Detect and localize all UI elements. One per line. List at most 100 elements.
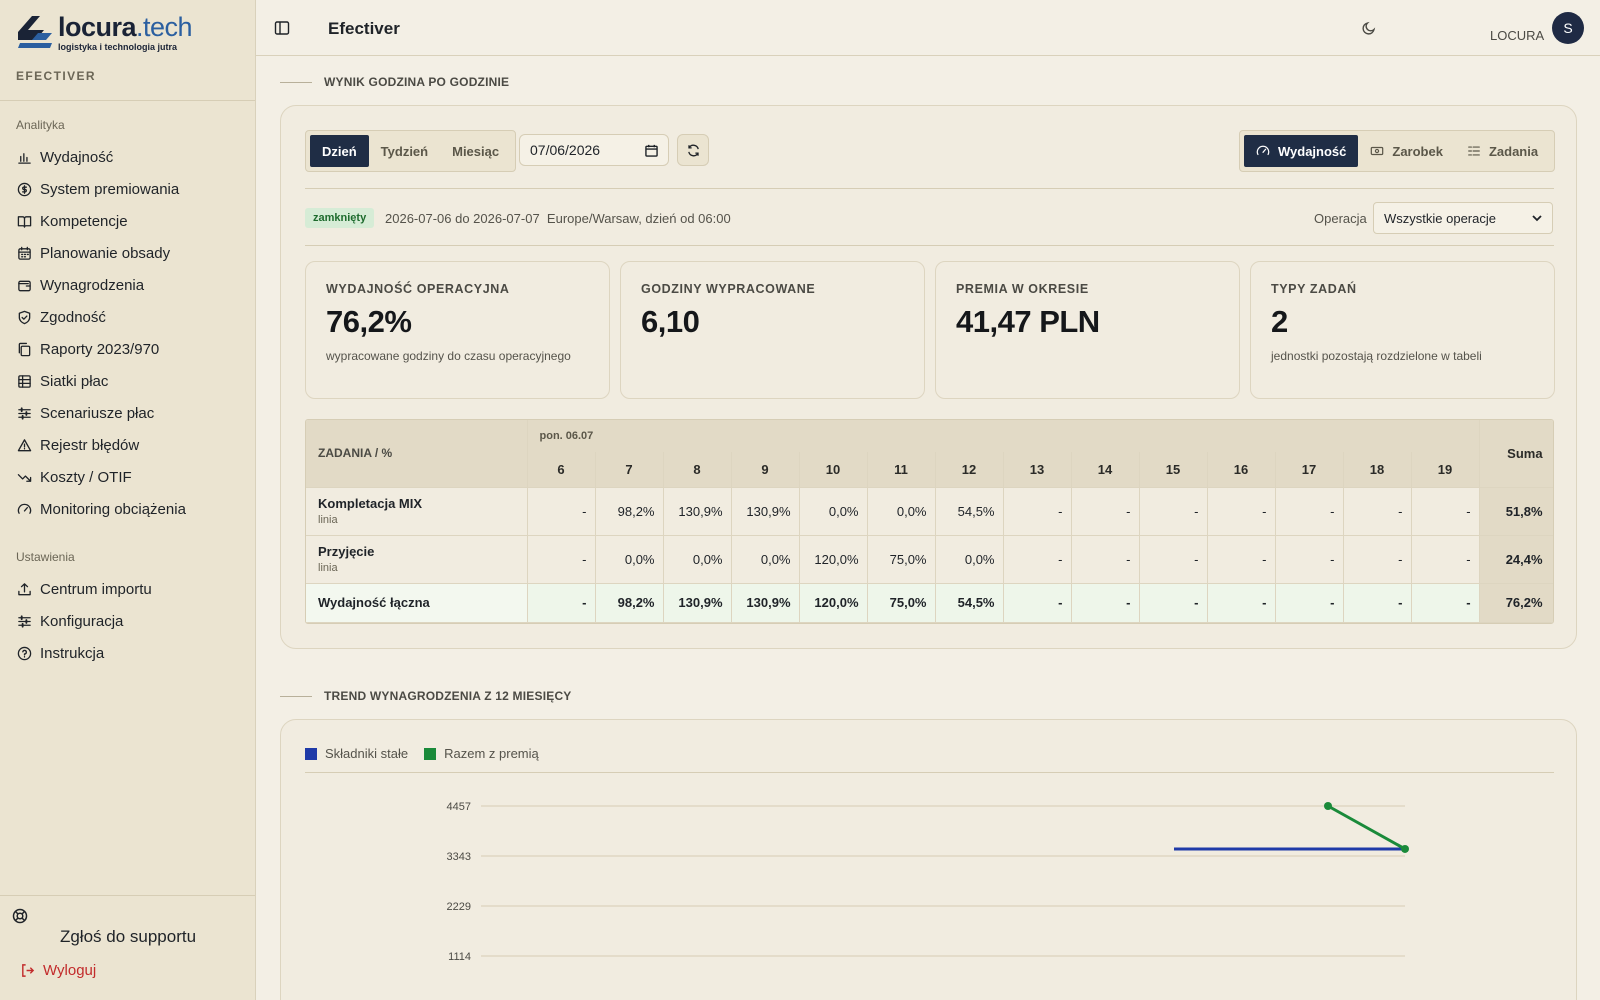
sidebar-item-label: Raporty 2023/970 [40,340,160,358]
sliders-icon [16,405,32,421]
sidebar-item-label: Wynagrodzenia [40,276,145,294]
brand-logo[interactable]: locura.tech logistyka i technologia jutr… [16,12,193,52]
table-cell: 0,0% [595,535,664,584]
sidebar-item-label: System premiowania [40,180,180,198]
sidebar-item-centrum-importu[interactable]: Centrum importu [16,577,152,601]
y-tick-label: 3343 [447,851,471,863]
sidebar-item-label: Planowanie obsady [40,244,171,262]
list-icon [1467,144,1489,158]
sidebar-item-label: Zgodność [40,308,106,326]
period-tab-dzien[interactable]: Dzień [310,135,369,167]
sidebar-item-raporty-2023-970[interactable]: Raporty 2023/970 [16,337,159,361]
divider [305,245,1554,246]
brand-name: locura.tech [58,12,193,42]
mode-selector: Wydajność Zarobek Zadania [1239,130,1556,172]
sidebar-item-label: Instrukcja [40,644,105,662]
table-cell: - [1275,535,1344,584]
sidebar-item-instrukcja[interactable]: Instrukcja [16,641,104,665]
date-input[interactable]: 07/06/2026 [519,134,669,166]
mode-tab-wydajnosc[interactable]: Wydajność [1244,135,1359,167]
table-cell: - [1411,487,1480,536]
mode-tab-zadania[interactable]: Zadania [1455,135,1550,167]
kpi-note: wypracowane godziny do czasu operacyjneg… [326,349,571,363]
sidebar-item-koszty-otif[interactable]: Koszty / OTIF [16,465,132,489]
dollar-circle-icon [16,181,32,197]
hourly-table: ZADANIA / % pon. 06.07 Suma 6 7 8 9 10 11 12 13 14 1… [305,419,1554,624]
table-cell: - [1343,535,1412,584]
sidebar-item-planowanie-obsady[interactable]: Planowanie obsady [16,241,170,265]
sidebar-toggle-icon[interactable] [274,20,290,36]
column-header-hour: 17 [1275,452,1344,488]
mode-tab-zarobek[interactable]: Zarobek [1358,135,1455,167]
column-header-hour: 10 [799,452,868,488]
logout-button[interactable]: Wyloguj [20,962,96,979]
data-point[interactable] [1324,802,1332,810]
sidebar-item-scenariusze-plac[interactable]: Scenariusze płac [16,401,154,425]
section-heading-trend: TREND WYNAGRODZENIA Z 12 MIESIĘCY [280,689,572,703]
kpi-card-premia-w-okresie: PREMIA W OKRESIE 41,47 PLN [935,261,1240,399]
table-cell: 75,0% [867,535,936,584]
column-header-hour: 7 [595,452,664,488]
page-title: Efectiver [328,19,400,38]
table-cell: - [1003,487,1072,536]
kpi-title: WYDAJNOŚĆ OPERACYJNA [326,282,510,296]
divider [0,100,255,101]
table-cell: - [527,535,596,584]
sidebar-item-zgodnosc[interactable]: Zgodność [16,305,106,329]
sidebar-item-siatki-plac[interactable]: Siatki płac [16,369,108,393]
period-tab-tydzien[interactable]: Tydzień [369,135,440,167]
sidebar-item-monitoring-obciazenia[interactable]: Monitoring obciążenia [16,497,186,521]
table-cell: 98,2% [595,487,664,536]
total-label: Wydajność łączna [306,583,528,623]
sidebar-item-label: Kompetencje [40,212,128,230]
column-header-hour: 9 [731,452,800,488]
table-cell: 0,0% [663,535,732,584]
operation-label: Operacja [1314,211,1367,226]
files-icon [16,341,32,357]
sidebar-item-kompetencje[interactable]: Kompetencje [16,209,128,233]
y-tick-label: 1114 [448,951,471,963]
lifebuoy-icon[interactable] [12,908,28,924]
data-point[interactable] [1401,844,1409,853]
support-button[interactable]: Zgłoś do supportu [0,927,256,947]
table-cell: 130,9% [663,487,732,536]
table-cell: 130,9% [731,487,800,536]
table-icon [16,373,32,389]
sidebar-item-konfiguracja[interactable]: Konfiguracja [16,609,123,633]
column-header-hour: 11 [867,452,936,488]
column-header-hour: 16 [1207,452,1276,488]
period-tab-miesiac[interactable]: Miesiąc [440,135,511,167]
sidebar-item-wydajnosc[interactable]: Wydajność [16,145,113,169]
book-icon [16,213,32,229]
table-cell: - [1275,583,1344,623]
moon-icon[interactable] [1361,20,1377,36]
locura-logo-icon [16,14,54,50]
table-row: Przyjęcie linia -0,0% 0,0% 0,0% 120,0% 75,0% 0,… [306,535,1553,584]
sidebar-item-system-premiowania[interactable]: System premiowania [16,177,179,201]
table-cell: 0,0% [867,487,936,536]
status-badge: zamknięty [305,208,375,228]
column-header-hour: 15 [1139,452,1208,488]
table-cell: - [527,583,596,623]
table-cell: - [527,487,596,536]
chevron-down-icon [1532,215,1542,222]
sidebar-item-wynagrodzenia[interactable]: Wynagrodzenia [16,273,144,297]
sidebar-item-rejestr-bledow[interactable]: Rejestr błędów [16,433,139,457]
gauge-icon [1256,144,1278,158]
column-header-hour: 8 [663,452,732,488]
table-cell: 130,9% [731,583,800,623]
salary-trend-chart: 4457 3343 2229 1114 [447,801,1409,963]
sidebar-item-label: Siatki płac [40,372,109,390]
sidebar-item-label: Monitoring obciążenia [40,500,186,518]
refresh-button[interactable] [677,134,709,166]
sidebar-item-label: Wydajność [40,148,114,166]
column-header-tasks: ZADANIA / % [306,420,528,488]
kpi-title: GODZINY WYPRACOWANE [641,282,816,296]
operation-select[interactable]: Wszystkie operacje [1373,202,1553,234]
table-cell: - [1343,583,1412,623]
kpi-value: 6,10 [641,304,700,339]
y-tick-label: 4457 [447,801,471,813]
kpi-note: jednostki pozostają rozdzielone w tabeli [1271,349,1482,363]
trend-panel: Składniki stałe Razem z premią 4457 3343 22… [280,719,1577,1000]
avatar[interactable]: S [1552,12,1584,44]
